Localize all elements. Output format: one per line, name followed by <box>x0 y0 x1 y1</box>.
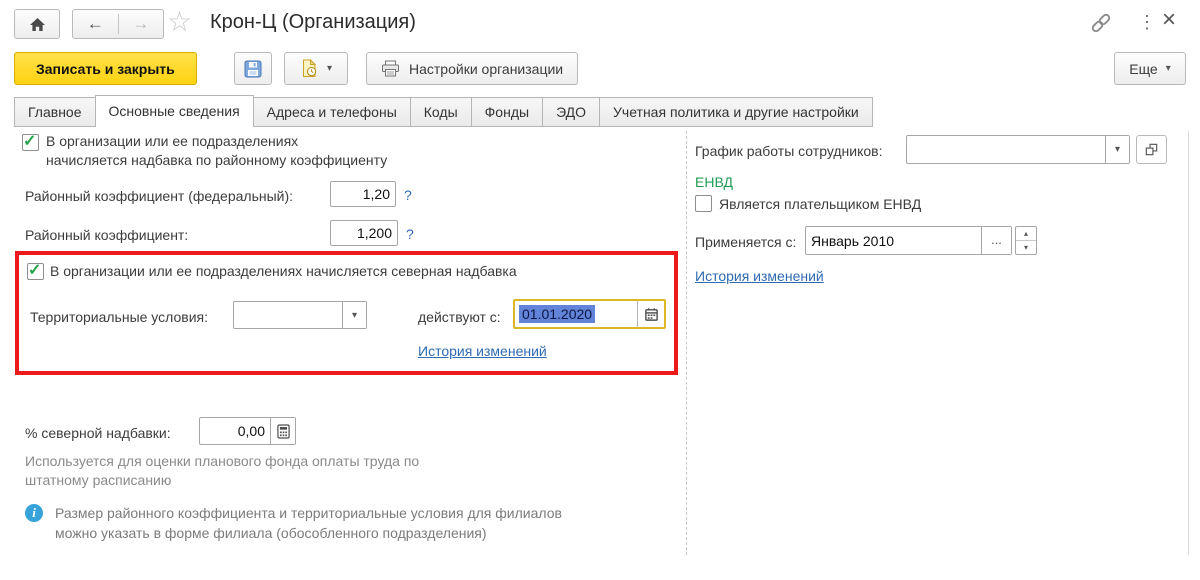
tab-basic-info[interactable]: Основные сведения <box>94 95 254 127</box>
tab-edo[interactable]: ЭДО <box>542 97 601 127</box>
menu-kebab-icon[interactable]: ⋮ <box>1138 10 1156 34</box>
favorite-star-icon[interactable]: ☆ <box>167 5 192 38</box>
chevron-down-icon: ▾ <box>326 63 333 74</box>
home-button[interactable] <box>14 9 60 39</box>
forward-button[interactable]: → <box>119 14 164 34</box>
more-button[interactable]: Еще ▾ <box>1114 52 1186 85</box>
envd-payer-label: Является плательщиком ЕНВД <box>719 196 922 212</box>
create-based-on-button[interactable]: ▾ <box>284 52 348 85</box>
calendar-icon <box>644 307 659 322</box>
selected-date-text: 01.01.2020 <box>519 305 596 323</box>
tab-accounting-policy[interactable]: Учетная политика и другие настройки <box>599 97 873 127</box>
chevron-down-icon: ▾ <box>1165 63 1171 74</box>
column-separator <box>686 131 687 555</box>
spin-up-icon: ▴ <box>1023 229 1028 238</box>
check-icon: ✓ <box>28 262 42 279</box>
northern-allowance-label: В организации или ее подразделениях начи… <box>50 263 517 279</box>
applied-from-label: Применяется с: <box>695 234 797 250</box>
forward-arrow-icon: → <box>132 14 150 33</box>
chevron-down-icon: ▾ <box>351 309 358 321</box>
dropdown-button[interactable]: ▾ <box>342 302 366 328</box>
district-allowance-label: В организации или ее подразделениях начи… <box>46 133 388 168</box>
page-title: Крон-Ц (Организация) <box>210 11 416 33</box>
northern-percent-input[interactable]: 0,00 <box>199 417 296 445</box>
spin-down-icon: ▾ <box>1023 243 1028 252</box>
history-link-envd[interactable]: История изменений <box>695 268 824 284</box>
federal-coefficient-input[interactable]: 1,20 <box>330 181 396 207</box>
home-icon <box>29 17 46 32</box>
envd-section-header: ЕНВД <box>695 174 733 190</box>
usage-note: Используется для оценки планового фонда … <box>25 453 420 488</box>
info-note: Размер районного коэффициента и территор… <box>55 505 562 541</box>
get-link-icon[interactable] <box>1088 10 1114 36</box>
history-link-northern[interactable]: История изменений <box>418 343 547 359</box>
ellipsis-button[interactable]: ... <box>981 227 1011 254</box>
work-schedule-select[interactable]: ▾ <box>906 135 1130 164</box>
northern-allowance-checkbox[interactable]: ✓ <box>27 262 44 280</box>
info-icon: i <box>25 504 43 522</box>
printer-icon <box>381 60 400 77</box>
effective-from-label: действуют с: <box>418 309 501 325</box>
close-icon[interactable]: × <box>1162 6 1176 34</box>
calendar-button[interactable] <box>637 301 664 327</box>
back-arrow-icon: ← <box>86 14 104 33</box>
calculator-icon <box>276 423 290 439</box>
tab-bar: Главное Основные сведения Адреса и телеф… <box>14 95 873 127</box>
history-nav-group: ← → <box>72 9 164 39</box>
applied-from-input[interactable]: Январь 2010 ... <box>805 226 1012 255</box>
applied-from-spinner: ▴ ▾ <box>1015 226 1037 255</box>
tab-codes[interactable]: Коды <box>409 97 472 127</box>
open-schedule-form-button[interactable] <box>1136 135 1167 164</box>
org-settings-button[interactable]: Настройки организации <box>366 52 579 85</box>
tab-funds[interactable]: Фонды <box>470 97 544 127</box>
organization-card-window: ← → ☆ Крон-Ц (Организация) ⋮ × Записать … <box>0 0 1200 580</box>
federal-coefficient-label: Районный коэффициент (федеральный): <box>25 188 294 204</box>
back-button[interactable]: ← <box>73 14 119 34</box>
envd-payer-checkbox[interactable] <box>695 195 712 212</box>
regional-coefficient-input[interactable]: 1,200 <box>330 220 398 246</box>
ellipsis-icon: ... <box>991 232 1002 247</box>
form-right-edge <box>1188 131 1189 555</box>
check-icon: ✓ <box>23 133 37 150</box>
federal-coefficient-help-link[interactable]: ? <box>404 187 412 203</box>
work-schedule-label: График работы сотрудников: <box>695 143 883 159</box>
more-label: Еще <box>1129 60 1158 77</box>
district-allowance-checkbox[interactable]: ✓ <box>22 133 39 151</box>
document-clock-icon <box>300 59 318 78</box>
open-form-icon <box>1144 142 1159 157</box>
spin-down-button[interactable]: ▾ <box>1016 240 1036 254</box>
dropdown-button[interactable]: ▾ <box>1105 136 1129 163</box>
northern-percent-label: % северной надбавки: <box>25 425 171 441</box>
save-button[interactable] <box>234 52 272 85</box>
save-and-close-button[interactable]: Записать и закрыть <box>14 52 197 85</box>
spin-up-button[interactable]: ▴ <box>1016 227 1036 240</box>
regional-coefficient-help-link[interactable]: ? <box>406 226 414 242</box>
calculator-button[interactable] <box>270 418 295 444</box>
effective-from-date-input[interactable]: 01.01.2020 <box>513 299 666 329</box>
floppy-icon <box>243 59 263 79</box>
tab-addresses-phones[interactable]: Адреса и телефоны <box>252 97 411 127</box>
chevron-down-icon: ▾ <box>1114 144 1121 155</box>
org-settings-label: Настройки организации <box>409 60 564 77</box>
territorial-conditions-label: Территориальные условия: <box>30 309 208 325</box>
territorial-conditions-select[interactable]: ▾ <box>233 301 367 329</box>
regional-coefficient-label: Районный коэффициент: <box>25 227 189 243</box>
tab-main[interactable]: Главное <box>14 97 96 127</box>
